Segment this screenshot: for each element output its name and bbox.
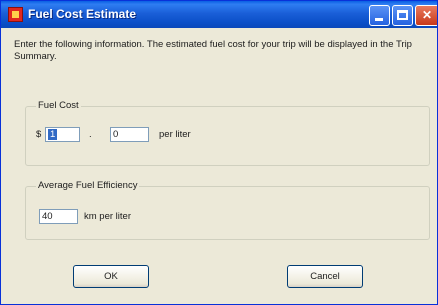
fuel-efficiency-legend: Average Fuel Efficiency	[36, 180, 140, 191]
ok-button[interactable]: OK	[73, 265, 149, 288]
decimal-separator: .	[89, 129, 92, 140]
instructions-text: Enter the following information. The est…	[14, 39, 412, 62]
minimize-icon	[375, 18, 383, 21]
fuel-cost-cents-field[interactable]: 0	[110, 127, 149, 142]
close-icon: ✕	[421, 8, 433, 22]
fuel-cost-dollars-field[interactable]: 1	[45, 127, 80, 142]
fuel-efficiency-field[interactable]: 40	[39, 209, 78, 224]
maximize-button[interactable]	[392, 5, 413, 26]
fuel-cost-dialog: Fuel Cost Estimate ✕ Enter the following…	[0, 0, 438, 305]
fuel-efficiency-group: Average Fuel Efficiency 40 km per liter	[25, 180, 430, 240]
close-button[interactable]: ✕	[415, 5, 437, 26]
fuel-efficiency-unit-label: km per liter	[84, 211, 131, 222]
fuel-cost-unit-label: per liter	[159, 129, 191, 140]
app-icon	[8, 7, 23, 22]
minimize-button[interactable]	[369, 5, 390, 26]
efficiency-value: 40	[42, 211, 53, 222]
fuel-cost-group: Fuel Cost $ 1 . 0 per liter	[25, 100, 430, 166]
fuel-cost-legend: Fuel Cost	[36, 100, 81, 111]
currency-label: $	[36, 129, 42, 140]
window-title: Fuel Cost Estimate	[28, 7, 137, 21]
dollars-value: 1	[48, 129, 58, 140]
cancel-button[interactable]: Cancel	[287, 265, 363, 288]
title-bar[interactable]: Fuel Cost Estimate ✕	[1, 1, 437, 28]
maximize-icon	[397, 10, 408, 20]
cents-value: 0	[113, 129, 119, 140]
